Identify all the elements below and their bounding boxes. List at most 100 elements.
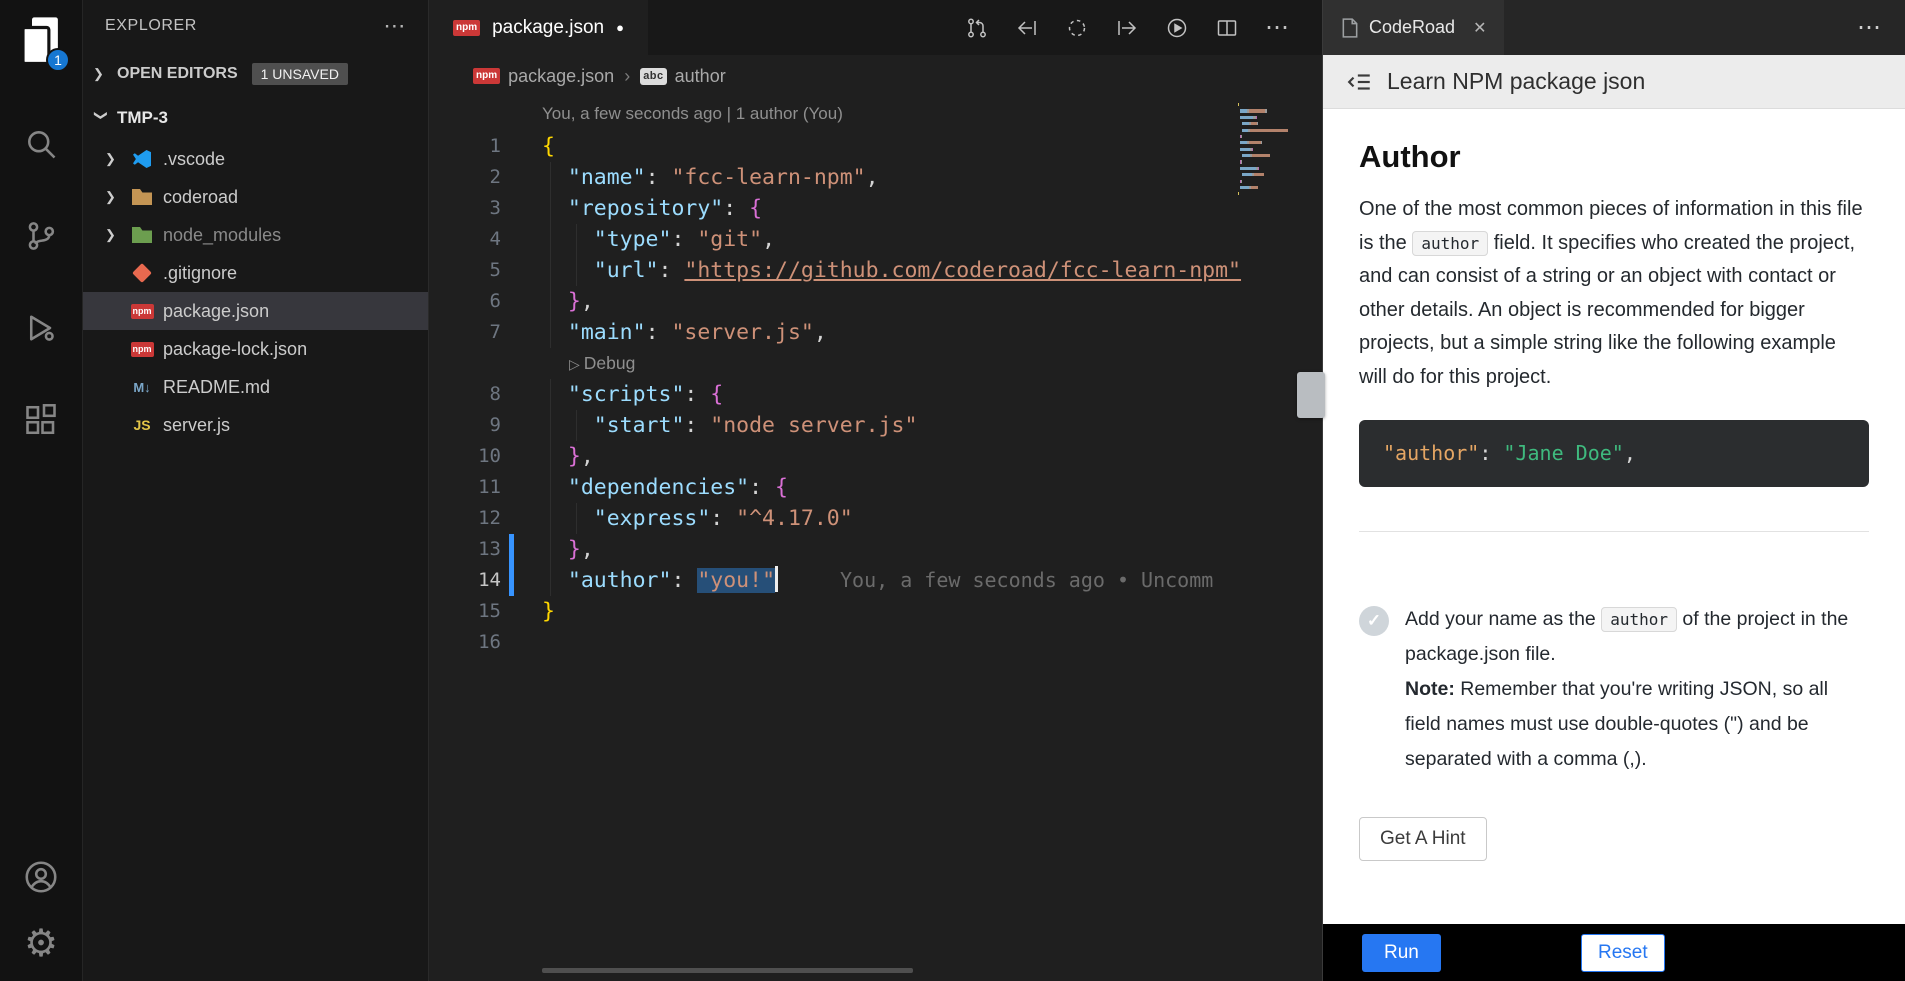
- source-control-icon: [23, 218, 59, 254]
- code-line-15[interactable]: 15}: [429, 596, 1322, 627]
- search-activity-button[interactable]: [19, 122, 63, 166]
- source-control-activity-button[interactable]: [19, 214, 63, 258]
- breadcrumb: npm package.json › abc author: [429, 55, 1322, 97]
- breadcrumb-package-json[interactable]: npm package.json: [473, 66, 614, 87]
- get-hint-button[interactable]: Get A Hint: [1359, 817, 1487, 861]
- file-name: coderoad: [163, 187, 238, 208]
- circle-outline-icon[interactable]: [1064, 15, 1090, 41]
- npm-file-icon: npm: [129, 342, 155, 357]
- more-actions-icon[interactable]: ⋯: [1857, 13, 1881, 42]
- text-cursor: [775, 566, 778, 592]
- file-item-.gitignore[interactable]: ❯.gitignore: [83, 254, 428, 292]
- explorer-more-actions-icon[interactable]: ⋯: [383, 13, 406, 39]
- breadcrumb-author[interactable]: abc author: [640, 66, 726, 87]
- explorer-activity-button[interactable]: 1: [10, 8, 72, 74]
- code-line-16[interactable]: 16: [429, 627, 1322, 658]
- task-note: Note: Remember that you're writing JSON,…: [1405, 672, 1869, 777]
- npm-file-icon: npm: [129, 304, 155, 319]
- file-item-package-lock.json[interactable]: ❯npmpackage-lock.json: [83, 330, 428, 368]
- file-name: server.js: [163, 415, 230, 436]
- folder-node-file-icon: [129, 227, 155, 243]
- workspace-section[interactable]: ❯ TMP-3: [83, 96, 428, 140]
- task-check-icon: ✓: [1359, 606, 1389, 636]
- gitlens-authors-codelens[interactable]: You, a few seconds ago | 1 author (You): [542, 97, 1322, 131]
- search-icon: [23, 126, 59, 162]
- chevron-right-icon: ❯: [105, 227, 129, 243]
- task-item: ✓ Add your name as the author of the pro…: [1359, 602, 1869, 777]
- file-item-coderoad[interactable]: ❯ coderoad: [83, 178, 428, 216]
- editor-actions: ⋯: [964, 0, 1322, 55]
- scrollbar-handle[interactable]: [1297, 372, 1325, 418]
- chevron-right-icon: ❯: [105, 189, 129, 205]
- run-debug-icon: [23, 310, 59, 346]
- debug-codelens[interactable]: ▷Debug: [569, 348, 1322, 379]
- editor-group: npm package.json ●: [429, 0, 1322, 981]
- account-icon: [23, 859, 59, 895]
- collapse-menu-icon[interactable]: [1347, 69, 1373, 95]
- horizontal-scrollbar[interactable]: [542, 968, 913, 973]
- run-code-icon[interactable]: [1164, 15, 1190, 41]
- code-line-12[interactable]: 12 "express": "^4.17.0": [429, 503, 1322, 534]
- coderoad-panel: CodeRoad ✕ ⋯ Learn NPM package json Auth…: [1322, 0, 1905, 981]
- file-name: README.md: [163, 377, 270, 398]
- task-description: Add your name as the author of the proje…: [1405, 602, 1869, 672]
- more-actions-icon[interactable]: ⋯: [1264, 15, 1290, 41]
- editor-tab-bar: npm package.json ●: [429, 0, 1322, 55]
- file-item-node_modules[interactable]: ❯ node_modules: [83, 216, 428, 254]
- file-name: node_modules: [163, 225, 281, 246]
- git-file-icon: [129, 266, 155, 280]
- file-item-package.json[interactable]: ❯npmpackage.json: [83, 292, 428, 330]
- unsaved-badge: 1 UNSAVED: [252, 63, 348, 85]
- inline-code: author: [1601, 607, 1677, 632]
- file-name: .gitignore: [163, 263, 237, 284]
- task-text: Add your name as the author of the proje…: [1405, 602, 1869, 777]
- inline-code: author: [1412, 231, 1488, 256]
- open-editors-section[interactable]: ❯ OPEN EDITORS 1 UNSAVED: [83, 52, 428, 96]
- code-editor[interactable]: You, a few seconds ago | 1 author (You) …: [429, 97, 1322, 981]
- extensions-activity-button[interactable]: [19, 398, 63, 442]
- code-line-6[interactable]: 6 },: [429, 286, 1322, 317]
- code-line-8[interactable]: 8 "scripts": {: [429, 379, 1322, 410]
- code-line-7[interactable]: 7 "main": "server.js",: [429, 317, 1322, 348]
- code-line-10[interactable]: 10 },: [429, 441, 1322, 472]
- code-line-13[interactable]: 13 },: [429, 534, 1322, 565]
- code-line-11[interactable]: 11 "dependencies": {: [429, 472, 1322, 503]
- file-item-server.js[interactable]: ❯JSserver.js: [83, 406, 428, 444]
- file-item-.vscode[interactable]: ❯.vscode: [83, 140, 428, 178]
- tab-package-json[interactable]: npm package.json ●: [429, 0, 648, 55]
- activity-bar: 1: [0, 0, 83, 981]
- tab-coderoad[interactable]: CodeRoad ✕: [1323, 0, 1504, 55]
- account-button[interactable]: [19, 855, 63, 899]
- divider: [1359, 531, 1869, 532]
- reset-button[interactable]: Reset: [1581, 934, 1665, 972]
- code-lines: 1{2 "name": "fcc-learn-npm",3 "repositor…: [429, 131, 1322, 658]
- run-debug-activity-button[interactable]: [19, 306, 63, 350]
- previous-change-icon[interactable]: [1014, 15, 1040, 41]
- run-button[interactable]: Run: [1362, 934, 1441, 972]
- vscode-window: 1: [0, 0, 1905, 981]
- next-change-icon[interactable]: [1114, 15, 1140, 41]
- panel-tab-bar: CodeRoad ✕ ⋯: [1323, 0, 1905, 55]
- file-name: package-lock.json: [163, 339, 307, 360]
- file-item-README.md[interactable]: ❯M↓README.md: [83, 368, 428, 406]
- settings-gear-icon[interactable]: ⚙: [24, 925, 58, 963]
- code-line-14[interactable]: 14 "author": "you!"You, a few seconds ag…: [429, 565, 1322, 596]
- example-code: "author": "Jane Doe",: [1359, 420, 1869, 487]
- open-editors-label: OPEN EDITORS: [117, 65, 238, 83]
- code-line-3[interactable]: 3 "repository": {: [429, 193, 1322, 224]
- explorer-header: EXPLORER ⋯: [83, 0, 428, 52]
- code-line-5[interactable]: 5 "url": "https://github.com/coderoad/fc…: [429, 255, 1322, 286]
- source-control-graph-icon[interactable]: [964, 15, 990, 41]
- code-line-2[interactable]: 2 "name": "fcc-learn-npm",: [429, 162, 1322, 193]
- panel-footer: Run Reset: [1323, 924, 1905, 981]
- minimap[interactable]: [1238, 103, 1288, 205]
- code-line-4[interactable]: 4 "type": "git",: [429, 224, 1322, 255]
- modified-dot-icon: ●: [616, 20, 624, 35]
- npm-icon: npm: [453, 20, 480, 36]
- split-editor-icon[interactable]: [1214, 15, 1240, 41]
- breadcrumb-separator: ›: [624, 66, 630, 87]
- tab-label: CodeRoad: [1369, 17, 1455, 38]
- code-line-9[interactable]: 9 "start": "node server.js": [429, 410, 1322, 441]
- close-icon[interactable]: ✕: [1473, 18, 1486, 38]
- code-line-1[interactable]: 1{: [429, 131, 1322, 162]
